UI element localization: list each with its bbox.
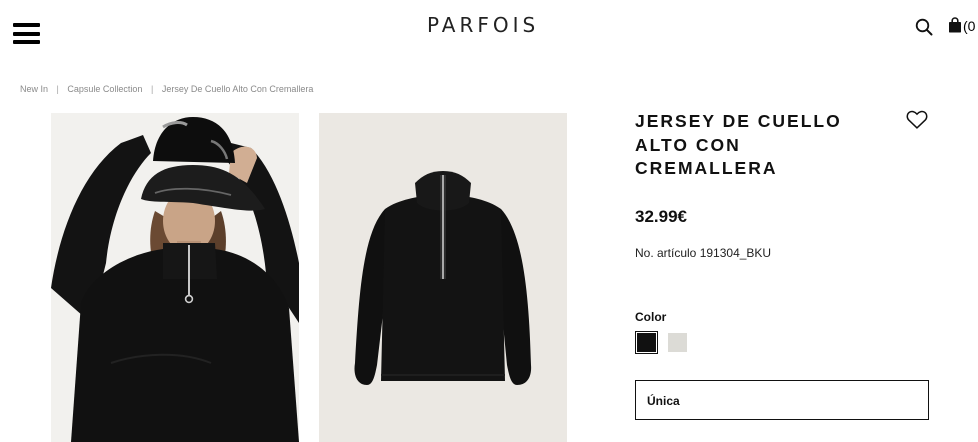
product-image-flat[interactable] (319, 113, 567, 442)
wishlist-heart-icon[interactable] (906, 109, 928, 130)
color-swatch-grey[interactable] (668, 333, 687, 352)
size-selector[interactable]: Única (635, 380, 929, 420)
breadcrumb-current-product[interactable]: Jersey De Cuello Alto Con Cremallera (162, 84, 314, 94)
brand-logo[interactable]: PARFOIS (427, 13, 539, 37)
search-icon[interactable] (915, 18, 933, 36)
size-label: Única (647, 394, 680, 408)
product-title: JERSEY DE CUELLO ALTO CON CREMALLERA (635, 111, 842, 178)
model-photo (51, 113, 299, 442)
product-price: 32.99€ (635, 207, 687, 226)
product-image-model[interactable] (51, 113, 299, 442)
color-label: Color (635, 310, 667, 324)
hamburger-menu-icon[interactable] (13, 23, 40, 44)
sweater-photo (319, 113, 567, 442)
breadcrumb: New In | Capsule Collection | Jersey De … (20, 84, 313, 94)
breadcrumb-capsule-collection[interactable]: Capsule Collection (67, 84, 142, 94)
shopping-bag-icon[interactable] (948, 17, 962, 33)
color-swatch-black[interactable] (635, 331, 658, 354)
breadcrumb-separator: | (150, 84, 154, 94)
article-number: No. artículo 191304_BKU (635, 246, 772, 260)
breadcrumb-separator: | (56, 84, 59, 94)
site-header: PARFOIS (0 (0, 0, 978, 66)
breadcrumb-new-in[interactable]: New In (20, 84, 48, 94)
cart-count[interactable]: (0 (963, 18, 975, 34)
